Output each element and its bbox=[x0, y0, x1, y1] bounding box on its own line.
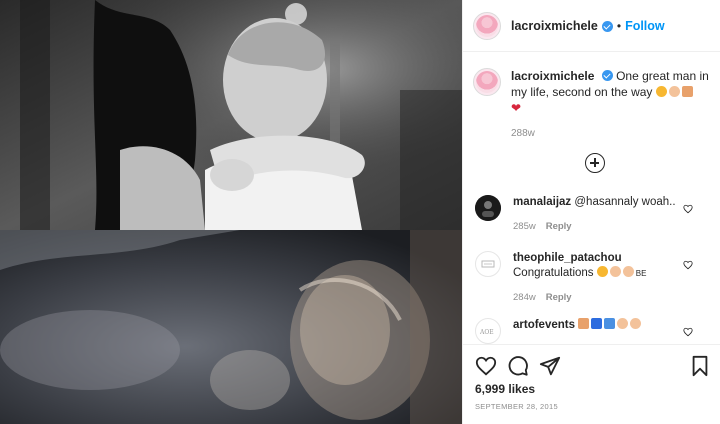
instagram-post: lacroixmichele • Follow lacroixmichele O… bbox=[0, 0, 720, 424]
caption-timestamp[interactable]: 288w bbox=[511, 126, 713, 142]
commenter-avatar[interactable] bbox=[475, 195, 501, 221]
comment-suffix: BE bbox=[635, 269, 647, 278]
follow-button[interactable]: Follow bbox=[625, 19, 665, 33]
comment-timestamp[interactable]: 284w bbox=[513, 292, 536, 303]
reply-button[interactable]: Reply bbox=[546, 292, 572, 303]
baby-emoji-icon bbox=[630, 318, 642, 329]
author-username[interactable]: lacroixmichele bbox=[511, 19, 598, 33]
baby-emoji-icon bbox=[617, 318, 629, 329]
baby-symbol-emoji-icon bbox=[591, 318, 603, 329]
comment-item: manalaijaz @hasannaly woah.. 285w Reply bbox=[475, 195, 711, 234]
post-media[interactable] bbox=[0, 0, 462, 424]
baby-emoji-icon bbox=[609, 266, 621, 277]
bookmark-icon[interactable] bbox=[689, 355, 711, 377]
comment-item: theophile_patachou Congratulations BE 28… bbox=[475, 251, 711, 305]
likes-count[interactable]: 6,999 likes bbox=[475, 382, 535, 396]
red-heart-emoji-icon: ❤ bbox=[511, 101, 522, 115]
reply-button[interactable]: Reply bbox=[546, 221, 572, 232]
comment-username[interactable]: manalaijaz bbox=[513, 196, 571, 208]
mens-room-emoji-icon bbox=[604, 318, 616, 329]
heart-icon[interactable] bbox=[683, 204, 693, 214]
post-header: lacroixmichele • Follow bbox=[463, 0, 720, 52]
comment-meta: 284w Reply bbox=[513, 290, 681, 305]
separator-dot: • bbox=[616, 18, 622, 33]
paper-plane-icon[interactable] bbox=[539, 355, 561, 377]
grinning-emoji-icon bbox=[596, 266, 608, 277]
baby-emoji-icon bbox=[622, 266, 634, 277]
comment-bubble-icon[interactable] bbox=[507, 355, 529, 377]
commenter-avatar[interactable]: AOE bbox=[475, 318, 501, 344]
comment-username[interactable]: artofevents bbox=[513, 319, 575, 331]
caption-body: lacroixmichele One great man in my life,… bbox=[511, 68, 713, 142]
comment-username[interactable]: theophile_patachou bbox=[513, 252, 622, 264]
comment-text: Congratulations bbox=[513, 267, 594, 279]
comment-item: AOE artofevents bbox=[475, 318, 711, 344]
svg-text:AOE: AOE bbox=[479, 329, 494, 336]
post-sidebar: lacroixmichele • Follow lacroixmichele O… bbox=[462, 0, 720, 424]
verified-badge-icon bbox=[601, 70, 613, 81]
post-caption: lacroixmichele One great man in my life,… bbox=[473, 68, 713, 142]
baby-emoji-icon bbox=[668, 86, 680, 97]
caption-username[interactable]: lacroixmichele bbox=[511, 69, 594, 83]
comment-body: theophile_patachou Congratulations BE 28… bbox=[513, 251, 681, 305]
author-avatar[interactable] bbox=[473, 11, 501, 40]
comment-text: @hasannaly woah.. bbox=[574, 196, 676, 208]
commenter-avatar[interactable] bbox=[475, 251, 501, 277]
ultrasound-image bbox=[0, 230, 462, 424]
comment-body: artofevents bbox=[513, 318, 681, 344]
caption-author-avatar[interactable] bbox=[473, 68, 501, 96]
verified-badge-icon bbox=[601, 21, 613, 32]
family-emoji-icon bbox=[681, 86, 693, 97]
family-emoji-icon bbox=[578, 318, 590, 329]
couple-photo bbox=[0, 0, 462, 230]
heart-icon[interactable] bbox=[683, 260, 693, 270]
heart-icon[interactable] bbox=[475, 355, 497, 377]
post-actions: 6,999 likes SEPTEMBER 28, 2015 bbox=[463, 344, 720, 424]
heart-eyes-emoji-icon bbox=[655, 86, 667, 97]
comment-meta: 285w Reply bbox=[513, 219, 681, 234]
post-date[interactable]: SEPTEMBER 28, 2015 bbox=[475, 402, 558, 411]
heart-icon[interactable] bbox=[683, 327, 693, 337]
plus-circle-icon[interactable] bbox=[585, 153, 605, 173]
comment-timestamp[interactable]: 285w bbox=[513, 221, 536, 232]
comment-body: manalaijaz @hasannaly woah.. 285w Reply bbox=[513, 195, 681, 234]
